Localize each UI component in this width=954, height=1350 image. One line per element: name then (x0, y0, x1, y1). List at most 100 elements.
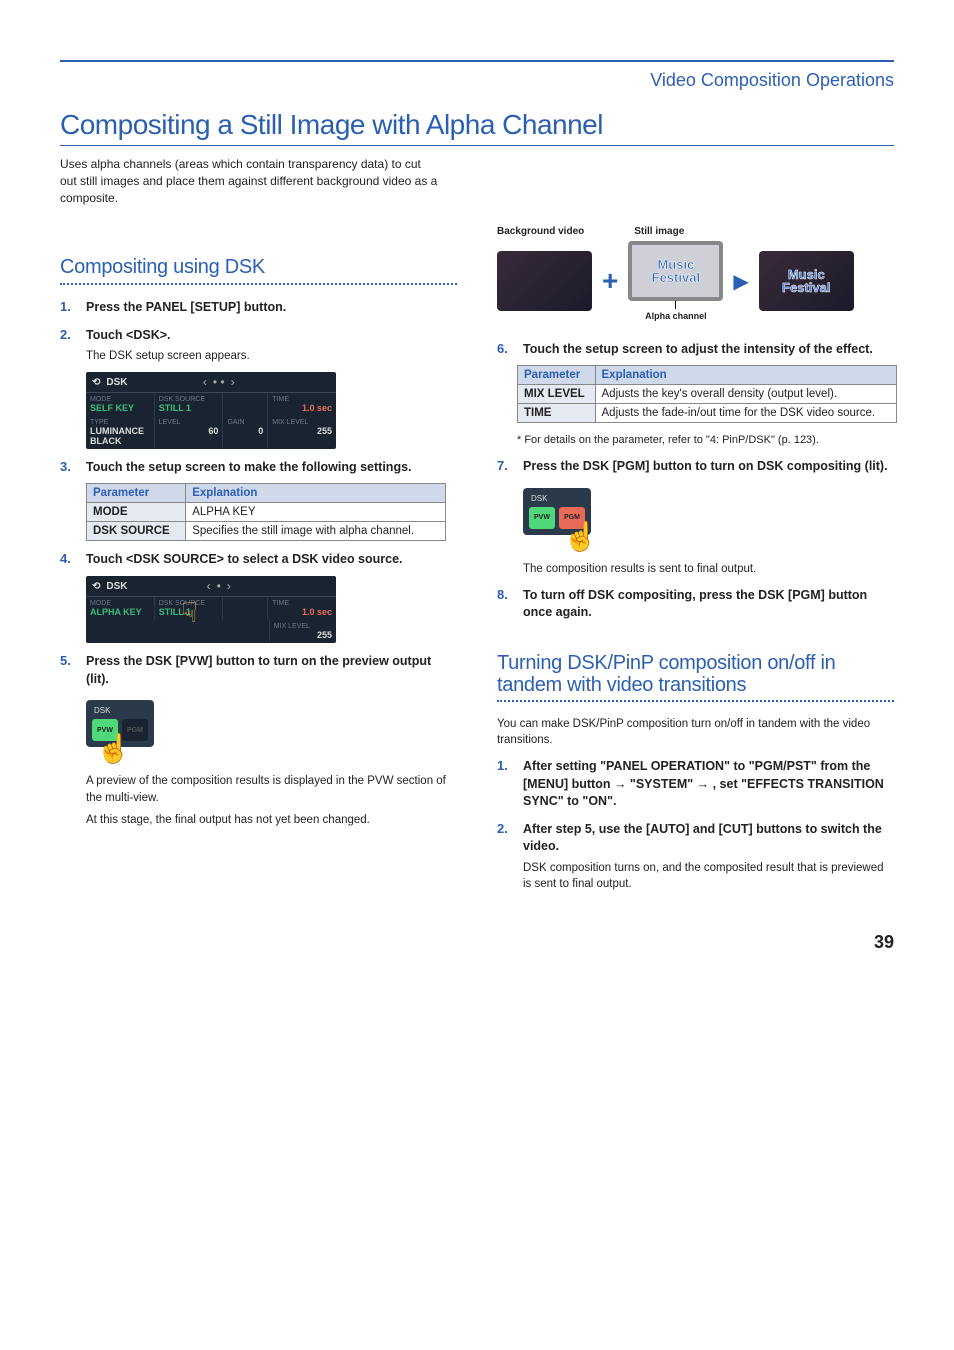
overlay-text-2: Festival (782, 281, 830, 294)
step-text: Press the PANEL [SETUP] button. (86, 299, 286, 317)
pointer-hand-icon: ☝ (563, 520, 598, 553)
parameter-table-left: ParameterExplanation MODEALPHA KEY DSK S… (86, 483, 446, 541)
divider (60, 283, 457, 285)
section-title-tandem: Turning DSK/PinP composition on/off in t… (497, 652, 894, 696)
step-4: 4. Touch <DSK SOURCE> to select a DSK vi… (60, 551, 457, 569)
intro-text: Uses alpha channels (areas which contain… (60, 156, 440, 206)
page-number: 39 (0, 932, 954, 953)
step-text: After step 5, use the [AUTO] and [CUT] b… (523, 821, 894, 856)
plus-icon: + (602, 265, 618, 297)
step-number: 1. (497, 758, 515, 811)
step-text: Touch <DSK>. (86, 327, 171, 345)
gain-value: 0 (227, 426, 263, 436)
dsk-setup-screenshot-2: ⟲ DSK ‹•› MODEALPHA KEY DSK SOURCESTILL … (86, 576, 457, 643)
parameter-table-right: ParameterExplanation MIX LEVELAdjusts th… (517, 365, 897, 423)
type-value: LUMINANCE (90, 426, 144, 436)
time-label: TIME (272, 396, 332, 403)
th-parameter: Parameter (87, 483, 186, 502)
diagram-labels: Background video Still image (497, 226, 894, 237)
panel-title: DSK (527, 492, 587, 505)
step-3: 3. Touch the setup screen to make the fo… (60, 459, 457, 477)
back-icon: ⟲ (92, 581, 100, 592)
screen-title: DSK (106, 377, 127, 388)
table-row: TIMEAdjusts the fade-in/out time for the… (518, 403, 897, 422)
pvw-button[interactable]: PVW (529, 507, 555, 529)
footnote: * For details on the parameter, refer to… (517, 433, 894, 448)
mix-label: MIX LEVEL (274, 623, 332, 630)
th-parameter: Parameter (518, 365, 596, 384)
section2-intro: You can make DSK/PinP composition turn o… (497, 716, 894, 748)
screen-title: DSK (106, 581, 127, 592)
table-row: MIX LEVELAdjusts the key's overall densi… (518, 384, 897, 403)
step-6: 6. Touch the setup screen to adjust the … (497, 341, 894, 359)
step-text: Press the DSK [PGM] button to turn on DS… (523, 458, 888, 476)
time-value: 1.0 sec (272, 607, 332, 617)
type-label: TYPE (90, 419, 150, 426)
mix-value: 255 (272, 426, 332, 436)
mode-value: SELF KEY (90, 403, 150, 413)
th-explanation: Explanation (595, 365, 896, 384)
src-label: DSK SOURCE (159, 396, 219, 403)
param-cell: DSK SOURCE (87, 521, 186, 540)
table-row: DSK SOURCESpecifies the still image with… (87, 521, 446, 540)
mode-label: MODE (90, 396, 150, 403)
mix-label: MIX LEVEL (272, 419, 332, 426)
tandem-step-1: 1. After setting "PANEL OPERATION" to "P… (497, 758, 894, 811)
step-2: 2. Touch <DSK>. (60, 327, 457, 345)
breadcrumb: Video Composition Operations (60, 62, 894, 109)
black-value: BLACK (90, 436, 150, 446)
mode-label: MODE (90, 600, 150, 607)
step-text: Touch the setup screen to make the follo… (86, 459, 412, 477)
expl-cell: Adjusts the fade-in/out time for the DSK… (595, 403, 896, 422)
step-number: 4. (60, 551, 78, 569)
pointer-hand-icon: ☝ (96, 732, 131, 765)
composite-result-thumb: Music Festival (759, 251, 854, 311)
still-image-thumb: Music Festival (628, 241, 723, 301)
expl-cell: ALPHA KEY (186, 502, 446, 521)
step-sub: DSK composition turns on, and the compos… (523, 860, 894, 892)
step-8: 8. To turn off DSK compositing, press th… (497, 587, 894, 622)
step-sub: At this stage, the final output has not … (86, 812, 457, 828)
step-number: 2. (497, 821, 515, 856)
dsk-setup-screenshot-1: ⟲ DSK ‹• •› MODESELF KEY DSK SOURCESTILL… (86, 372, 457, 449)
step-text: Press the DSK [PVW] button to turn on th… (86, 653, 457, 688)
param-cell: MODE (87, 502, 186, 521)
expl-cell: Adjusts the key's overall density (outpu… (595, 384, 896, 403)
step-number: 5. (60, 653, 78, 688)
panel-title: DSK (90, 704, 150, 717)
step-number: 8. (497, 587, 515, 622)
divider (497, 700, 894, 702)
alpha-channel-label: Alpha channel (628, 311, 723, 321)
arrow-icon: ▶ (733, 269, 748, 294)
page-title: Compositing a Still Image with Alpha Cha… (60, 109, 894, 146)
still-label: Still image (634, 226, 684, 237)
section-title-dsk: Compositing using DSK (60, 256, 457, 279)
expl-cell: Specifies the still image with alpha cha… (186, 521, 446, 540)
level-value: 60 (159, 426, 219, 436)
step-number: 1. (60, 299, 78, 317)
step-number: 2. (60, 327, 78, 345)
back-icon: ⟲ (92, 377, 100, 388)
step-sub: The DSK setup screen appears. (86, 348, 457, 364)
step-number: 3. (60, 459, 78, 477)
step-number: 7. (497, 458, 515, 476)
mode-value: ALPHA KEY (90, 607, 150, 617)
step-text: Touch <DSK SOURCE> to select a DSK video… (86, 551, 403, 569)
param-cell: MIX LEVEL (518, 384, 596, 403)
step-text: Touch the setup screen to adjust the int… (523, 341, 873, 359)
page-nav: ‹• •› (203, 375, 235, 389)
overlay-text-2: Festival (652, 271, 700, 284)
level-label: LEVEL (159, 419, 219, 426)
background-video-thumb (497, 251, 592, 311)
time-label: TIME (272, 600, 332, 607)
step-1: 1. Press the PANEL [SETUP] button. (60, 299, 457, 317)
mix-value: 255 (274, 630, 332, 640)
table-row: MODEALPHA KEY (87, 502, 446, 521)
time-value: 1.0 sec (272, 403, 332, 413)
src-value: STILL 1 (159, 403, 219, 413)
step-sub: The composition results is sent to final… (523, 561, 894, 577)
tandem-step-2: 2. After step 5, use the [AUTO] and [CUT… (497, 821, 894, 856)
dsk-panel-pvw: DSK PVW PGM ☝ (86, 700, 154, 747)
step-number: 6. (497, 341, 515, 359)
step-text: After setting "PANEL OPERATION" to "PGM/… (523, 758, 894, 811)
